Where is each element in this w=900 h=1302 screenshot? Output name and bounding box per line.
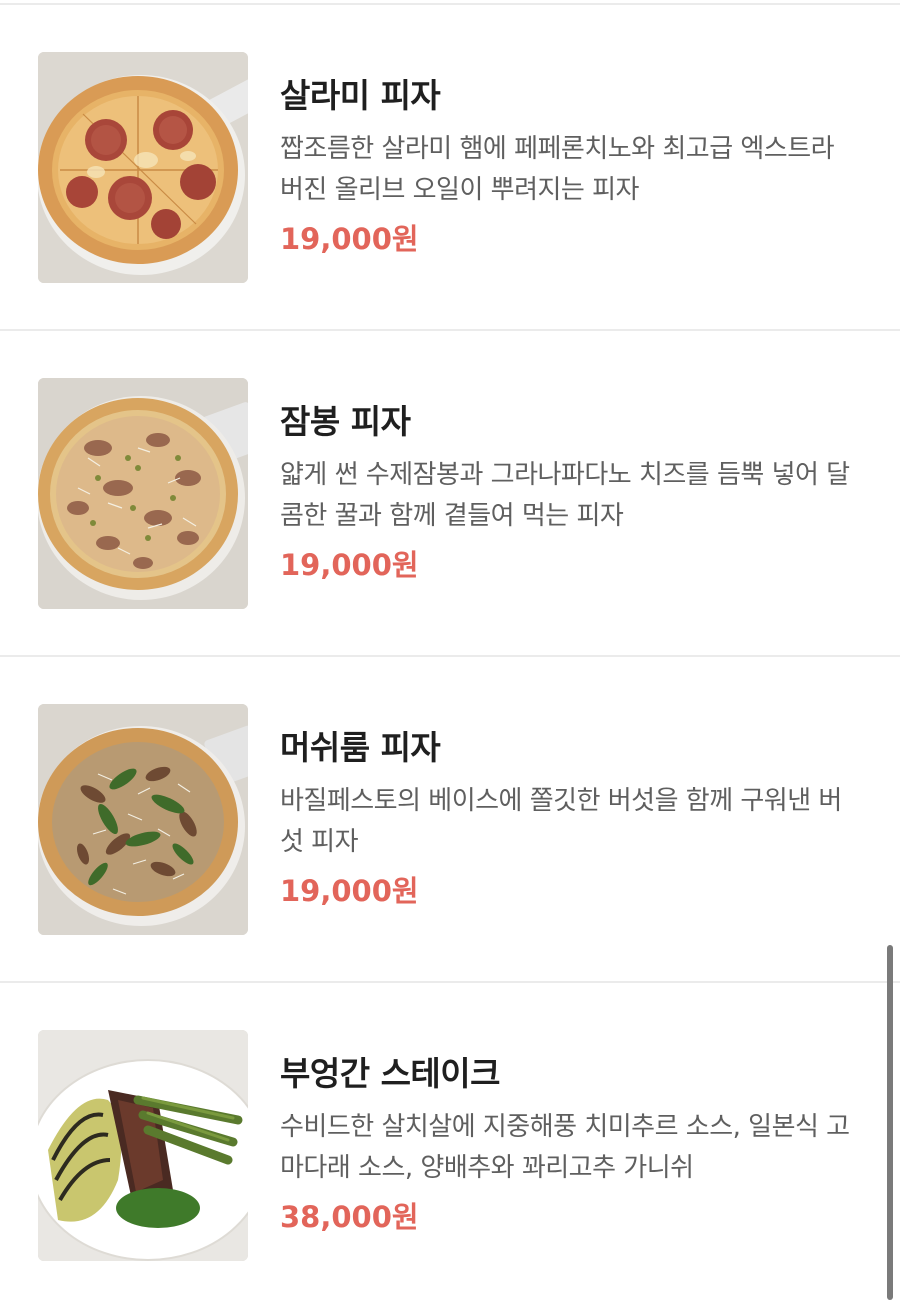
menu-item-price: 19,000원 — [280, 548, 419, 582]
menu-item-mushroom-pizza[interactable]: 머쉬룸 피자 바질페스토의 베이스에 쫄깃한 버섯을 함께 구워낸 버섯 피자 … — [0, 657, 900, 983]
menu-item-steak[interactable]: 부엉간 스테이크 수비드한 살치살에 지중해풍 치미추르 소스, 일본식 고마다… — [0, 983, 900, 1302]
scrollbar[interactable] — [887, 945, 893, 1300]
menu-list: 살라미 피자 짭조름한 살라미 햄에 페페론치노와 최고급 엑스트라 버진 올리… — [0, 5, 900, 1302]
menu-item-description: 바질페스토의 베이스에 쫄깃한 버섯을 함께 구워낸 버섯 피자 — [280, 786, 842, 857]
menu-item-description: 짭조름한 살라미 햄에 페페론치노와 최고급 엑스트라 버진 올리브 오일이 뿌… — [280, 134, 835, 205]
menu-item-description: 수비드한 살치살에 지중해풍 치미추르 소스, 일본식 고마다래 소스, 양배추… — [280, 1112, 850, 1183]
salami-pizza-image — [38, 52, 248, 283]
menu-item-description: 얇게 썬 수제잠봉과 그라나파다노 치즈를 듬뿍 넣어 달콤한 꿀과 함께 곁들… — [280, 460, 850, 531]
menu-item-name: 부엉간 스테이크 — [280, 1054, 501, 1093]
menu-item-info: 머쉬룸 피자 바질페스토의 베이스에 쫄깃한 버섯을 함께 구워낸 버섯 피자 … — [280, 727, 870, 911]
menu-item-price: 19,000원 — [280, 874, 419, 908]
menu-item-info: 살라미 피자 짭조름한 살라미 햄에 페페론치노와 최고급 엑스트라 버진 올리… — [280, 75, 870, 259]
menu-item-price: 38,000원 — [280, 1200, 419, 1234]
menu-item-name: 잠봉 피자 — [280, 402, 411, 441]
menu-screen: 살라미 피자 짭조름한 살라미 햄에 페페론치노와 최고급 엑스트라 버진 올리… — [0, 0, 900, 1302]
menu-item-salami-pizza[interactable]: 살라미 피자 짭조름한 살라미 햄에 페페론치노와 최고급 엑스트라 버진 올리… — [0, 5, 900, 331]
mushroom-pizza-image — [38, 704, 248, 935]
menu-item-info: 부엉간 스테이크 수비드한 살치살에 지중해풍 치미추르 소스, 일본식 고마다… — [280, 1053, 870, 1237]
menu-item-info: 잠봉 피자 얇게 썬 수제잠봉과 그라나파다노 치즈를 듬뿍 넣어 달콤한 꿀과… — [280, 401, 870, 585]
steak-dish-image — [38, 1030, 248, 1261]
jambon-pizza-image — [38, 378, 248, 609]
menu-item-name: 머쉬룸 피자 — [280, 728, 441, 767]
menu-item-jambon-pizza[interactable]: 잠봉 피자 얇게 썬 수제잠봉과 그라나파다노 치즈를 듬뿍 넣어 달콤한 꿀과… — [0, 331, 900, 657]
menu-item-price: 19,000원 — [280, 222, 419, 256]
menu-item-name: 살라미 피자 — [280, 76, 441, 115]
